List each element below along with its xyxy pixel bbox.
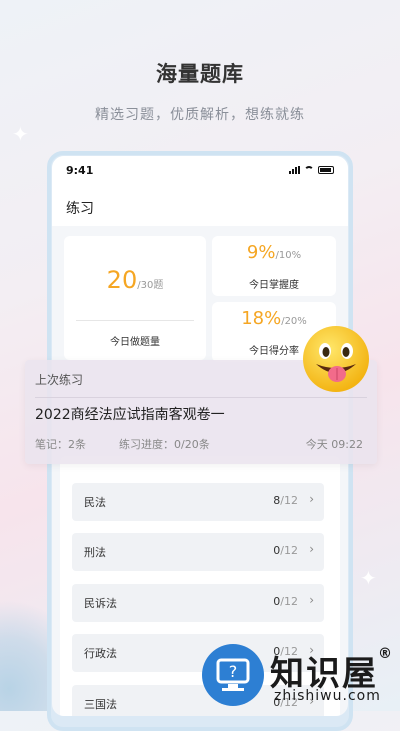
recent-header: 上次练习 [35,373,84,387]
battery-icon [318,166,334,174]
hero-subtitle: 精选习题，优质解析，想练就练 [95,107,305,123]
signal-icon [289,166,300,174]
chevron-right-icon: › [309,542,314,556]
subject-count: 0/12 [273,595,298,608]
tongue-emoji-icon [303,326,369,392]
mastery-value: 9% [246,242,276,263]
divider [35,397,367,398]
wifi-icon [304,166,314,174]
status-time: 9:41 [66,164,94,177]
status-bar: 9:41 [52,156,348,186]
hero-title: 海量题库 [156,62,244,86]
questions-value: 20 [106,266,138,294]
sparkle-icon: ✦ [12,122,29,146]
page-title: 练习 [66,201,94,217]
watermark-url: zhishiwu.com [274,688,381,704]
sparkle-icon: ✦ [360,566,377,590]
subject-item-civil-procedure[interactable]: 民诉法 0/12 › [72,584,324,622]
mastery-label: 今日掌握度 [249,280,299,291]
subject-name: 民诉法 [84,597,117,610]
mastery-total: /10% [275,250,302,261]
mastery-stat-card[interactable]: 9%/10% 今日掌握度 [212,236,336,296]
svg-text:?: ? [229,662,238,681]
questions-label: 今日做题量 [110,337,160,348]
subject-name: 民法 [84,496,106,509]
recent-progress: 练习进度：0/20条 [119,438,210,451]
chevron-right-icon: › [309,593,314,607]
recent-title: 2022商经法应试指南客观卷一 [35,407,225,423]
score-rate-value: 18% [241,308,282,329]
recent-notes: 笔记：2条 [35,438,86,451]
watermark: ? 知识屋® zhishiwu.com [200,644,400,711]
recent-time: 今天 09:22 [305,438,363,451]
chevron-right-icon: › [309,492,314,506]
questions-total: /30题 [137,280,164,291]
subject-item-civil[interactable]: 民法 8/12 › [72,483,324,521]
subject-count: 0/12 [273,544,298,557]
subject-name: 三国法 [84,698,117,711]
nav-bar: 练习 [52,186,348,226]
registered-mark: ® [378,646,394,662]
subject-name: 行政法 [84,647,117,660]
subject-item-criminal[interactable]: 刑法 0/12 › [72,533,324,571]
subject-name: 刑法 [84,546,106,559]
questions-stat-card[interactable]: 20/30题 今日做题量 [64,236,206,360]
divider [76,320,194,321]
question-monitor-icon: ? [202,644,264,706]
subject-count: 8/12 [273,494,298,507]
